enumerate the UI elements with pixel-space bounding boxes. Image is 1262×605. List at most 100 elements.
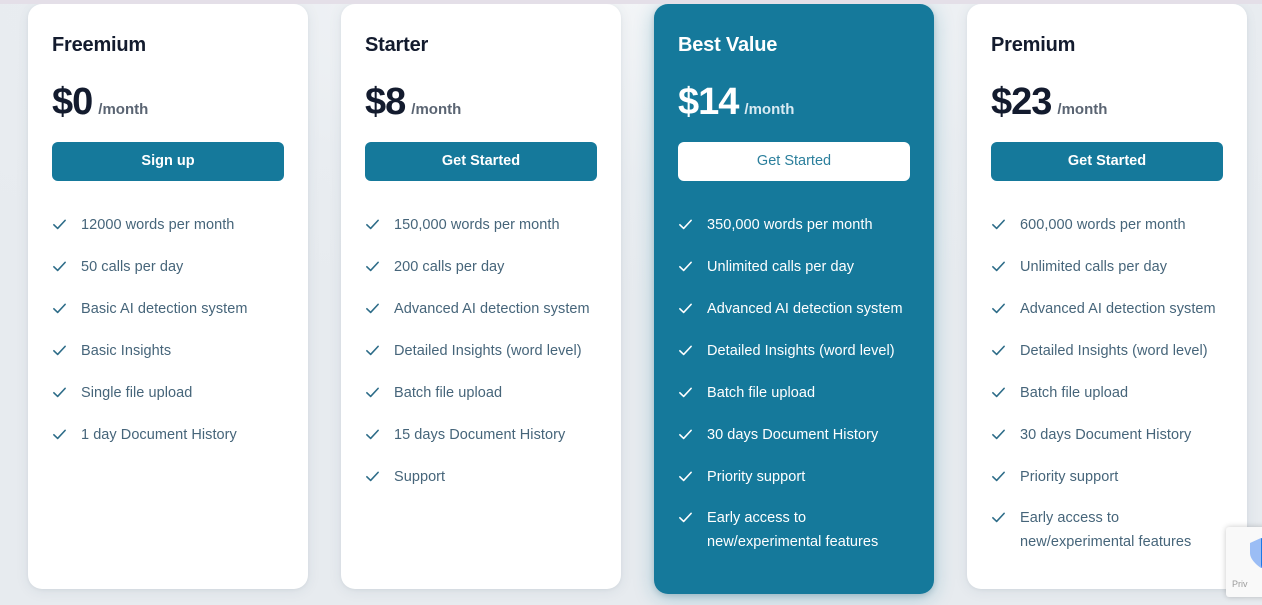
check-icon [678,259,693,274]
feature-item: 150,000 words per month [365,214,597,238]
feature-text: Unlimited calls per day [707,258,855,275]
feature-text: 150,000 words per month [394,217,560,233]
check-icon [678,301,693,316]
feature-text: Basic AI detection system [81,300,248,317]
check-icon [991,217,1006,232]
feature-text: Batch file upload [707,384,816,401]
feature-text: Basic Insights [81,342,172,359]
plan-feature-list: 12000 words per month 50 calls per day Bas… [52,214,284,448]
recaptcha-icon [1244,536,1262,570]
check-icon [365,427,380,442]
feature-item: Detailed Insights (word level) [991,340,1223,364]
top-accent-band [0,0,1262,4]
plan-name: Freemium [52,34,146,56]
plan-price-amount: $23 [991,81,1052,123]
plan-card-best-value: Best Value $14/month Get Started 350,000 wo… [654,4,934,594]
check-icon [52,343,67,358]
feature-item: Priority support [991,466,1223,490]
plan-cta-button[interactable]: Get Started [991,142,1223,181]
plan-feature-list: 150,000 words per month 200 calls per day… [365,214,597,489]
plan-card-freemium: Freemium $0/month Sign up 12000 words per m… [28,4,308,589]
feature-item: Basic AI detection system [52,298,284,322]
plan-feature-list: 350,000 words per month Unlimited calls p… [678,214,910,555]
check-icon [991,469,1006,484]
feature-text: Detailed Insights (word level) [394,342,582,359]
feature-text: Detailed Insights (word level) [1020,342,1208,359]
check-icon [52,259,67,274]
plan-price-row: $14/month [678,83,910,121]
feature-item: 15 days Document History [365,424,597,448]
feature-item: Advanced AI detection system [678,298,910,322]
plan-price-row: $23/month [991,83,1223,121]
feature-text: 50 calls per day [81,258,184,275]
check-icon [365,217,380,232]
feature-item: Unlimited calls per day [991,256,1223,280]
check-icon [678,217,693,232]
check-icon [678,427,693,442]
plan-price-period: /month [411,101,462,118]
plan-price-row: $0/month [52,83,284,121]
plan-cta-button[interactable]: Sign up [52,142,284,181]
feature-item: 200 calls per day [365,256,597,280]
check-icon [52,217,67,232]
feature-text: 12000 words per month [81,217,235,233]
feature-item: Batch file upload [678,382,910,406]
check-icon [365,385,380,400]
feature-text: Unlimited calls per day [1020,258,1168,275]
check-icon [678,343,693,358]
feature-text: Early access to new/experimental feature… [707,510,879,551]
recaptcha-badge[interactable]: Priv [1226,527,1262,597]
plan-price-row: $8/month [365,83,597,121]
feature-text: 30 days Document History [707,426,879,443]
feature-item: Early access to new/experimental feature… [991,507,1223,555]
check-icon [991,510,1006,525]
feature-text: 15 days Document History [394,426,566,443]
feature-text: Priority support [707,468,806,485]
feature-item: Advanced AI detection system [991,298,1223,322]
feature-text: 30 days Document History [1020,426,1192,443]
feature-item: Detailed Insights (word level) [678,340,910,364]
plan-price-period: /month [744,101,795,118]
feature-text: Support [394,468,446,485]
check-icon [365,259,380,274]
feature-item: 30 days Document History [678,424,910,448]
check-icon [678,510,693,525]
feature-item: 1 day Document History [52,424,284,448]
feature-item: Support [365,466,597,490]
feature-item: 50 calls per day [52,256,284,280]
feature-item: 350,000 words per month [678,214,910,238]
feature-text: Priority support [1020,468,1119,485]
feature-text: Detailed Insights (word level) [707,342,895,359]
pricing-plans-row: Freemium $0/month Sign up 12000 words per m… [0,4,1262,605]
check-icon [52,301,67,316]
check-icon [52,427,67,442]
plan-price-period: /month [1057,101,1108,118]
check-icon [365,343,380,358]
recaptcha-privacy-label[interactable]: Priv [1232,579,1248,589]
feature-item: 30 days Document History [991,424,1223,448]
check-icon [991,259,1006,274]
plan-cta-button[interactable]: Get Started [678,142,910,181]
plan-price-amount: $0 [52,81,93,123]
check-icon [991,343,1006,358]
plan-name: Premium [991,34,1076,56]
plan-cta-button[interactable]: Get Started [365,142,597,181]
feature-item: Priority support [678,466,910,490]
plan-price-period: /month [98,101,149,118]
check-icon [365,301,380,316]
check-icon [678,385,693,400]
plan-card-starter: Starter $8/month Get Started 150,000 words … [341,4,621,589]
feature-item: Advanced AI detection system [365,298,597,322]
check-icon [991,385,1006,400]
check-icon [678,469,693,484]
feature-text: 600,000 words per month [1020,217,1186,233]
feature-item: 12000 words per month [52,214,284,238]
check-icon [991,301,1006,316]
feature-item: Basic Insights [52,340,284,364]
feature-item: Single file upload [52,382,284,406]
feature-text: Batch file upload [394,384,503,401]
feature-text: Advanced AI detection system [707,300,903,317]
feature-item: Batch file upload [365,382,597,406]
feature-text: Batch file upload [1020,384,1129,401]
plan-price-amount: $14 [678,81,739,123]
